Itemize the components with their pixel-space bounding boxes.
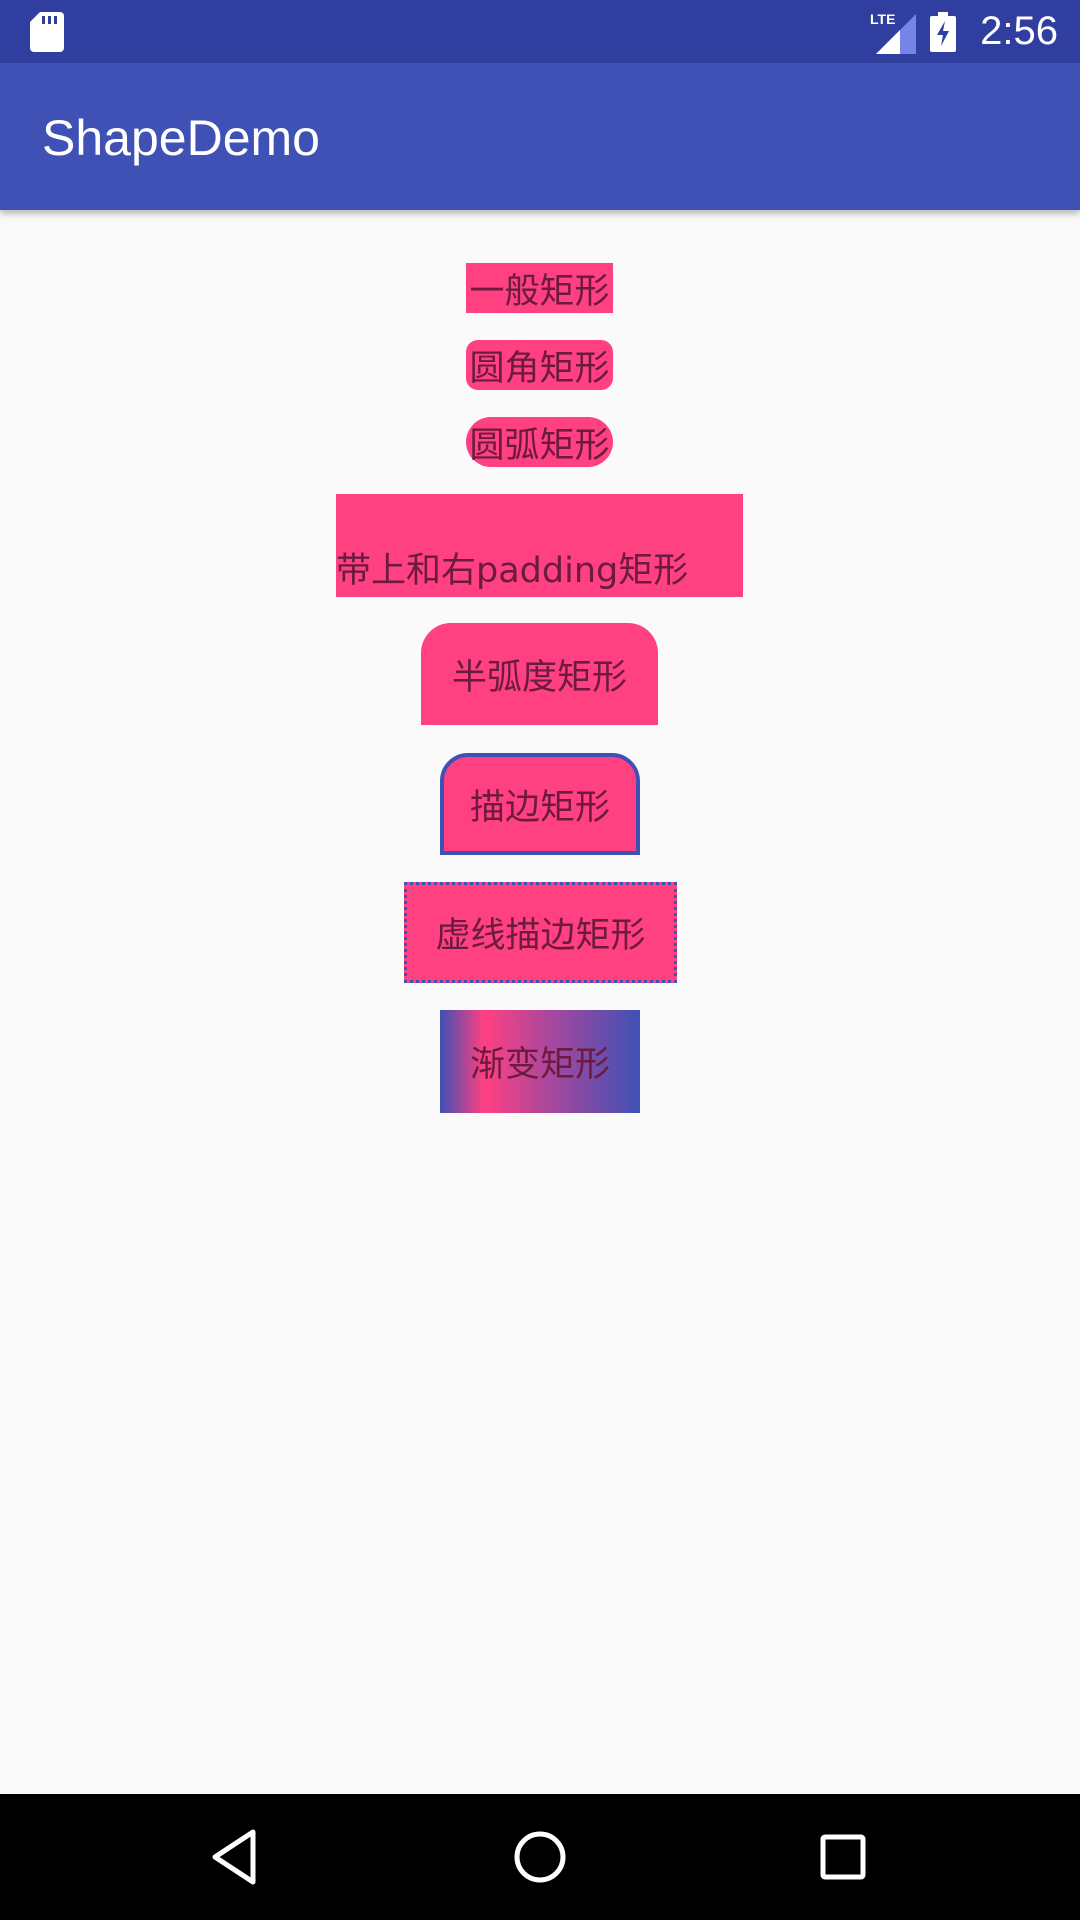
navigation-bar [0,1794,1080,1920]
shape-dashed-stroke-rectangle: 虚线描边矩形 [404,882,677,983]
shape-list: 一般矩形 圆角矩形 圆弧矩形 带上和右padding矩形 半弧度矩形 描边矩形 … [0,210,1080,1794]
battery-charging-icon [930,11,957,52]
shape-arc-rectangle: 圆弧矩形 [466,417,613,467]
shape-padding-rectangle: 带上和右padding矩形 [336,494,743,597]
shape-gradient-rectangle: 渐变矩形 [440,1010,640,1113]
app-bar: ShapeDemo [0,63,1080,210]
back-icon[interactable] [203,1824,269,1890]
shape-plain-rectangle: 一般矩形 [466,263,613,313]
sd-card-icon [30,12,64,52]
shape-half-arc-rectangle: 半弧度矩形 [421,623,658,725]
network-type-label: LTE [870,11,895,27]
status-bar: LTE 2:56 [0,0,1080,63]
app-title: ShapeDemo [42,110,320,166]
status-clock: 2:56 [980,9,1058,53]
shape-stroke-rectangle: 描边矩形 [440,753,640,855]
home-icon[interactable] [507,1824,573,1890]
shape-rounded-rectangle: 圆角矩形 [466,340,613,390]
recents-icon[interactable] [810,1824,876,1890]
status-icons: LTE 2:56 [870,0,1058,63]
signal-icon: LTE [870,11,917,54]
